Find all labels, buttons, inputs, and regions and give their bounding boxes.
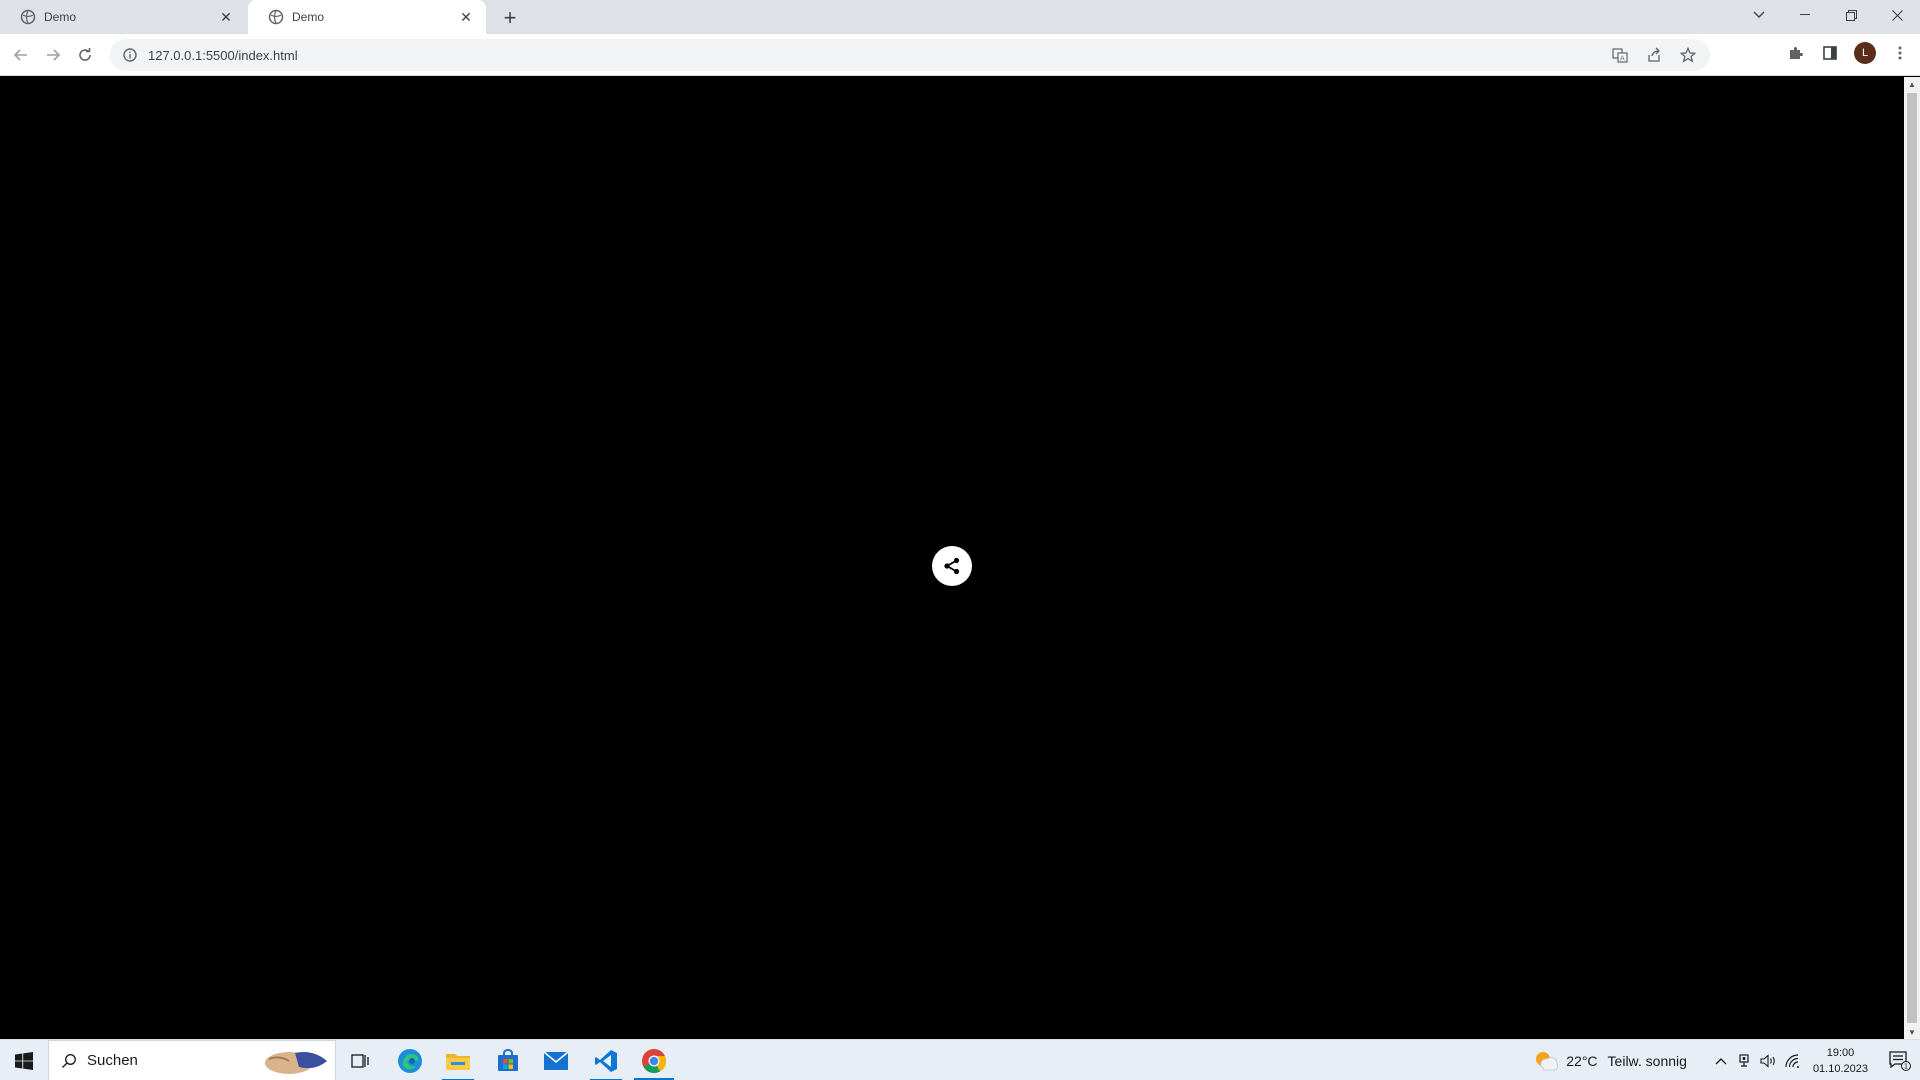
edge-app-button[interactable] xyxy=(386,1040,434,1080)
store-bag-icon xyxy=(498,1048,518,1071)
restore-icon[interactable] xyxy=(1828,0,1874,30)
taskbar-clock[interactable]: 19:00 01.10.2023 xyxy=(1813,1045,1868,1077)
minimize-icon[interactable] xyxy=(1782,0,1828,30)
mail-app-button[interactable] xyxy=(532,1040,580,1080)
share-icon xyxy=(944,557,960,575)
tab-close-icon[interactable]: ✕ xyxy=(458,9,474,25)
reload-icon[interactable] xyxy=(72,42,98,68)
windows-taskbar: Suchen 22°C Teilw. sonnig 19:00 01.10.20… xyxy=(0,1039,1920,1080)
share-page-icon[interactable] xyxy=(1644,45,1664,65)
task-view-button[interactable] xyxy=(336,1040,384,1080)
tab-title: Demo xyxy=(292,10,325,24)
site-info-icon[interactable] xyxy=(122,47,138,63)
tab-demo-1[interactable]: Demo ✕ xyxy=(0,0,246,34)
bookmark-star-icon[interactable] xyxy=(1678,45,1698,65)
windows-start-button[interactable] xyxy=(0,1040,48,1080)
side-panel-icon[interactable] xyxy=(1820,43,1840,63)
search-icon xyxy=(62,1053,76,1068)
globe-icon xyxy=(20,9,36,25)
tab-search-chevron-icon[interactable] xyxy=(1736,0,1782,30)
edge-icon xyxy=(398,1048,422,1073)
vscode-icon xyxy=(595,1049,617,1072)
svg-text:A: A xyxy=(1620,55,1625,63)
weather-sun-cloud-icon xyxy=(1536,1051,1559,1070)
close-window-icon[interactable] xyxy=(1874,0,1920,30)
task-view-icon xyxy=(351,1053,369,1068)
profile-avatar[interactable]: L xyxy=(1854,42,1876,64)
tab-strip: Demo ✕ Demo ✕ + xyxy=(0,0,1920,34)
scroll-down-arrow-icon[interactable]: ▼ xyxy=(1904,1025,1920,1039)
address-bar[interactable]: 127.0.0.1:5500/index.html A xyxy=(110,39,1710,71)
extensions-puzzle-icon[interactable] xyxy=(1786,43,1806,63)
forward-arrow-icon[interactable] xyxy=(40,42,66,68)
search-highlight-illustration-icon xyxy=(265,1052,327,1074)
microsoft-store-app-button[interactable] xyxy=(484,1040,532,1080)
weather-temperature: 22°C xyxy=(1566,1052,1598,1069)
vscode-app-button[interactable] xyxy=(582,1040,630,1080)
volume-speaker-icon[interactable] xyxy=(1758,1050,1780,1072)
notification-count: 1 xyxy=(1904,1062,1908,1070)
wifi-network-icon[interactable] xyxy=(1782,1050,1804,1072)
translate-icon[interactable]: A xyxy=(1610,45,1630,65)
clock-date: 01.10.2023 xyxy=(1812,1062,1868,1075)
browser-toolbar: 127.0.0.1:5500/index.html A L xyxy=(0,34,1920,76)
meet-now-camera-icon[interactable] xyxy=(1734,1050,1756,1072)
chevron-up-icon[interactable] xyxy=(1710,1050,1732,1072)
notification-icon: 1 xyxy=(1889,1050,1911,1071)
weather-widget[interactable]: 22°C Teilw. sonnig xyxy=(1534,1050,1687,1072)
notification-center-button[interactable]: 1 xyxy=(1880,1040,1920,1080)
share-button[interactable] xyxy=(932,546,972,586)
chrome-icon xyxy=(642,1048,667,1073)
chrome-app-button[interactable] xyxy=(630,1040,678,1080)
mail-envelope-icon xyxy=(543,1050,569,1070)
back-arrow-icon[interactable] xyxy=(8,42,34,68)
page-viewport xyxy=(0,77,1904,1039)
tab-title: Demo xyxy=(44,10,77,24)
clock-time: 19:00 xyxy=(1826,1046,1855,1059)
tab-demo-2[interactable]: Demo ✕ xyxy=(248,0,486,34)
weather-description: Teilw. sonnig xyxy=(1607,1052,1687,1069)
new-tab-button[interactable]: + xyxy=(498,5,522,30)
folder-icon xyxy=(446,1053,470,1070)
tab-close-icon[interactable]: ✕ xyxy=(218,9,234,25)
file-explorer-app-button[interactable] xyxy=(434,1040,482,1080)
menu-kebab-icon[interactable] xyxy=(1890,43,1910,63)
scroll-up-arrow-icon[interactable]: ▲ xyxy=(1904,77,1920,91)
scrollbar-thumb[interactable] xyxy=(1907,93,1917,1023)
taskbar-search-box[interactable]: Suchen xyxy=(48,1040,336,1080)
globe-icon xyxy=(268,9,284,25)
windows-logo-icon xyxy=(15,1051,33,1070)
vertical-scrollbar[interactable]: ▲ ▼ xyxy=(1904,77,1920,1039)
url-text: 127.0.0.1:5500/index.html xyxy=(148,47,298,63)
search-placeholder: Suchen xyxy=(87,1052,138,1069)
system-tray: 22°C Teilw. sonnig 19:00 01.10.2023 1 xyxy=(1534,1040,1920,1080)
